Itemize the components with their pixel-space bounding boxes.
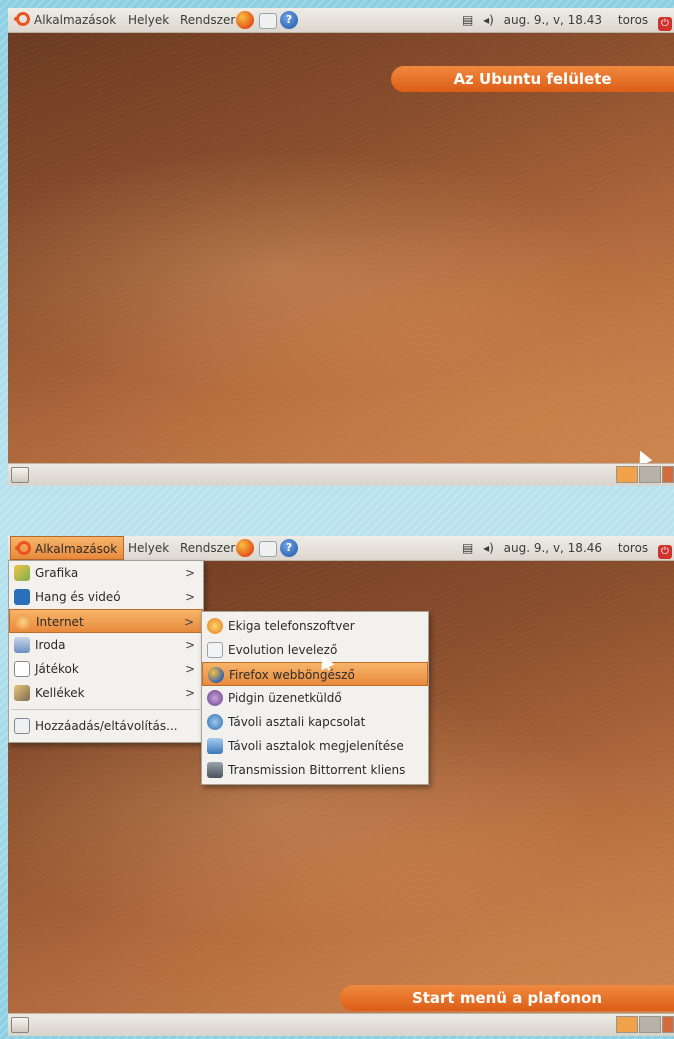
- user-name[interactable]: toros: [618, 13, 648, 27]
- caption-banner: Az Ubuntu felülete: [391, 66, 674, 92]
- accessories-icon: [14, 685, 30, 701]
- remote-viewer-icon: [207, 738, 223, 754]
- menu-system[interactable]: Rendszer: [174, 8, 241, 32]
- workspace-switcher[interactable]: [615, 1016, 674, 1033]
- transmission-icon: [207, 762, 223, 778]
- submenu-item-remote-desktop[interactable]: Távoli asztali kapcsolat: [202, 710, 428, 734]
- network-icon[interactable]: ▤: [462, 13, 473, 27]
- ekiga-icon: [207, 618, 223, 634]
- evolution-launcher-icon[interactable]: [259, 13, 277, 29]
- submenu-item-evolution[interactable]: Evolution levelező: [202, 638, 428, 662]
- applications-menu: Grafika > Hang és videó > Internet > Iro…: [8, 560, 204, 743]
- submenu-item-firefox[interactable]: Firefox webböngésző: [202, 662, 428, 686]
- chevron-right-icon: >: [183, 615, 194, 629]
- evolution-icon: [207, 642, 223, 658]
- menu-applications[interactable]: Alkalmazások: [10, 8, 122, 32]
- network-icon[interactable]: ▤: [462, 541, 473, 555]
- internet-submenu: Ekiga telefonszoftver Evolution levelező…: [201, 611, 429, 785]
- volume-icon[interactable]: ◂): [483, 541, 494, 555]
- menu-item-label: Grafika: [35, 566, 79, 580]
- help-icon[interactable]: ?: [280, 539, 298, 557]
- submenu-item-label: Távoli asztali kapcsolat: [228, 715, 366, 729]
- menu-places[interactable]: Helyek: [122, 536, 175, 560]
- help-icon[interactable]: ?: [280, 11, 298, 29]
- firefox-icon: [208, 667, 224, 683]
- internet-icon: [15, 614, 31, 630]
- user-name[interactable]: toros: [618, 541, 648, 555]
- clock[interactable]: aug. 9., v, 18.46: [504, 541, 602, 555]
- workspace-1[interactable]: [616, 466, 638, 483]
- caption-banner: Start menü a plafonon: [340, 985, 674, 1011]
- bottom-panel: [8, 463, 674, 486]
- chevron-right-icon: >: [184, 590, 195, 604]
- ubuntu-logo-icon: [14, 12, 30, 26]
- menu-system[interactable]: Rendszer: [174, 536, 241, 560]
- submenu-item-label: Transmission Bittorrent kliens: [228, 763, 406, 777]
- workspace-1[interactable]: [616, 1016, 638, 1033]
- chevron-right-icon: >: [184, 686, 195, 700]
- chevron-right-icon: >: [184, 662, 195, 676]
- ubuntu-desktop-screenshot-1: Alkalmazások Helyek Rendszer ? ▤ ◂) aug.…: [8, 8, 674, 486]
- menu-item-label: Hozzáadás/eltávolítás...: [35, 719, 178, 733]
- power-icon[interactable]: ⏻: [658, 545, 672, 559]
- chevron-right-icon: >: [184, 566, 195, 580]
- menu-places[interactable]: Helyek: [122, 8, 175, 32]
- menu-item-label: Iroda: [35, 638, 66, 652]
- clock[interactable]: aug. 9., v, 18.43: [504, 13, 602, 27]
- menu-item-label: Kellékek: [35, 686, 85, 700]
- system-tray: ▤ ◂) aug. 9., v, 18.43 toros ⏻: [456, 8, 674, 32]
- menu-item-label: Hang és videó: [35, 590, 121, 604]
- firefox-launcher-icon[interactable]: [236, 11, 254, 29]
- games-icon: [14, 661, 30, 677]
- submenu-item-label: Távoli asztalok megjelenítése: [228, 739, 404, 753]
- menu-item-accessories[interactable]: Kellékek >: [9, 681, 203, 705]
- remote-desktop-icon: [207, 714, 223, 730]
- menu-item-label: Internet: [36, 615, 84, 629]
- menu-item-office[interactable]: Iroda >: [9, 633, 203, 657]
- evolution-launcher-icon[interactable]: [259, 541, 277, 557]
- show-desktop-icon[interactable]: [11, 1017, 29, 1033]
- submenu-item-label: Pidgin üzenetküldő: [228, 691, 342, 705]
- trash-icon[interactable]: [662, 466, 674, 483]
- pidgin-icon: [207, 690, 223, 706]
- desktop-wallpaper: [8, 32, 674, 467]
- system-tray: ▤ ◂) aug. 9., v, 18.46 toros ⏻: [456, 536, 674, 560]
- workspace-2[interactable]: [639, 466, 661, 483]
- graphics-icon: [14, 565, 30, 581]
- top-panel: Alkalmazások Helyek Rendszer ? ▤ ◂) aug.…: [8, 8, 674, 33]
- menu-item-label: Játékok: [35, 662, 79, 676]
- trash-icon[interactable]: [662, 1016, 674, 1033]
- menu-item-internet[interactable]: Internet >: [9, 609, 203, 633]
- menu-item-games[interactable]: Játékok >: [9, 657, 203, 681]
- menu-item-graphics[interactable]: Grafika >: [9, 561, 203, 585]
- sound-video-icon: [14, 589, 30, 605]
- menu-applications-label: Alkalmazások: [35, 542, 118, 556]
- menu-applications[interactable]: Alkalmazások: [10, 536, 125, 560]
- ubuntu-desktop-screenshot-2: Alkalmazások Helyek Rendszer ? ▤ ◂) aug.…: [8, 536, 674, 1036]
- submenu-item-remote-viewer[interactable]: Távoli asztalok megjelenítése: [202, 734, 428, 758]
- office-icon: [14, 637, 30, 653]
- submenu-item-label: Ekiga telefonszoftver: [228, 619, 355, 633]
- submenu-item-pidgin[interactable]: Pidgin üzenetküldő: [202, 686, 428, 710]
- add-remove-icon: [14, 718, 30, 734]
- volume-icon[interactable]: ◂): [483, 13, 494, 27]
- power-icon[interactable]: ⏻: [658, 17, 672, 31]
- top-panel: Alkalmazások Helyek Rendszer ? ▤ ◂) aug.…: [8, 536, 674, 561]
- menu-item-sound-video[interactable]: Hang és videó >: [9, 585, 203, 609]
- chevron-right-icon: >: [184, 638, 195, 652]
- submenu-item-ekiga[interactable]: Ekiga telefonszoftver: [202, 614, 428, 638]
- submenu-item-label: Firefox webböngésző: [229, 668, 355, 682]
- firefox-launcher-icon[interactable]: [236, 539, 254, 557]
- menu-item-add-remove[interactable]: Hozzáadás/eltávolítás...: [9, 714, 203, 738]
- menu-applications-label: Alkalmazások: [34, 13, 117, 27]
- bottom-panel: [8, 1013, 674, 1036]
- submenu-item-transmission[interactable]: Transmission Bittorrent kliens: [202, 758, 428, 782]
- ubuntu-logo-icon: [15, 541, 31, 555]
- workspace-2[interactable]: [639, 1016, 661, 1033]
- workspace-switcher[interactable]: [615, 466, 674, 483]
- show-desktop-icon[interactable]: [11, 467, 29, 483]
- menu-separator: [11, 709, 201, 710]
